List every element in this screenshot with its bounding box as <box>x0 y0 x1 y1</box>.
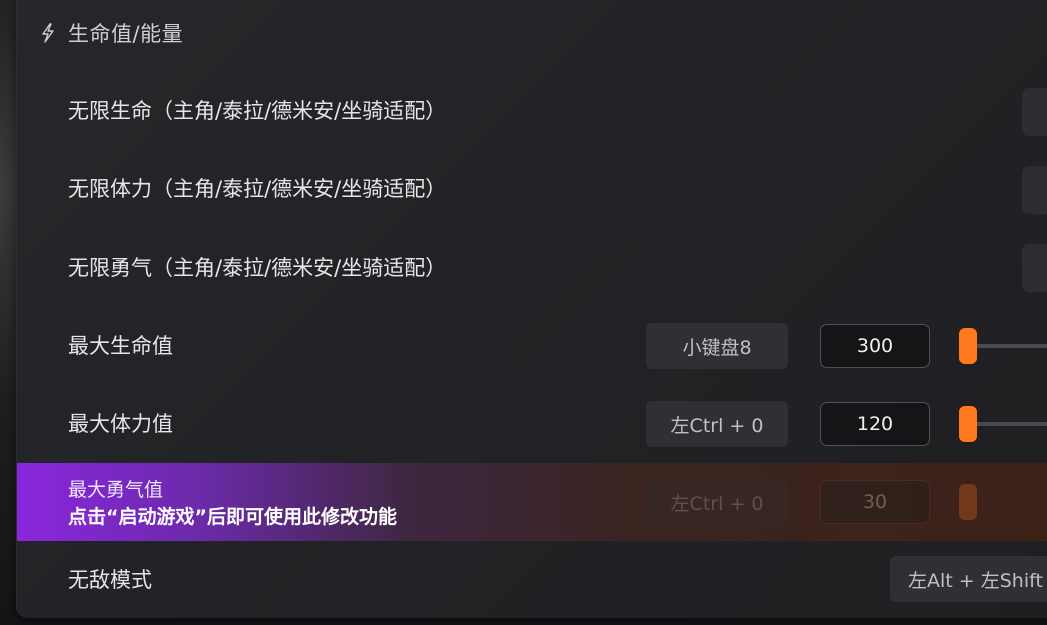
max-health-slider-track[interactable] <box>968 344 1047 348</box>
max-health-hotkey-button[interactable]: 小键盘8 <box>646 323 788 369</box>
infinite-health-label: 无限生命（主角/泰拉/德米安/坐骑适配） <box>68 99 447 123</box>
section-header: 生命值/能量 <box>38 18 183 48</box>
banner-message: 点击“启动游戏”后即可使用此修改功能 <box>68 506 397 528</box>
max-health-label: 最大生命值 <box>68 334 173 358</box>
max-health-slider-thumb[interactable] <box>959 328 977 364</box>
max-courage-input[interactable]: 30 <box>820 480 930 524</box>
infinite-stamina-label: 无限体力（主角/泰拉/德米安/坐骑适配） <box>68 177 447 201</box>
infinite-stamina-toggle[interactable] <box>1022 166 1047 214</box>
max-health-input[interactable]: 300 <box>820 324 930 368</box>
infinite-courage-label: 无限勇气（主角/泰拉/德米安/坐骑适配） <box>68 256 447 280</box>
max-courage-slider-thumb[interactable] <box>959 484 977 520</box>
max-stamina-slider-thumb[interactable] <box>959 406 977 442</box>
max-courage-label: 最大勇气值 <box>68 479 164 501</box>
max-stamina-label: 最大体力值 <box>68 412 173 436</box>
section-title: 生命值/能量 <box>68 22 184 46</box>
lightning-icon <box>42 23 54 43</box>
max-stamina-slider-track[interactable] <box>968 422 1047 426</box>
max-stamina-hotkey-button[interactable]: 左Ctrl + 0 <box>646 401 788 447</box>
max-courage-hotkey-button[interactable]: 左Ctrl + 0 <box>646 479 788 525</box>
infinite-health-toggle[interactable] <box>1022 88 1047 136</box>
infinite-courage-toggle[interactable] <box>1022 244 1047 292</box>
invincible-mode-hotkey-button[interactable]: 左Alt + 左Shift <box>890 556 1047 602</box>
max-stamina-input[interactable]: 120 <box>820 402 930 446</box>
invincible-mode-label: 无敌模式 <box>68 568 152 592</box>
